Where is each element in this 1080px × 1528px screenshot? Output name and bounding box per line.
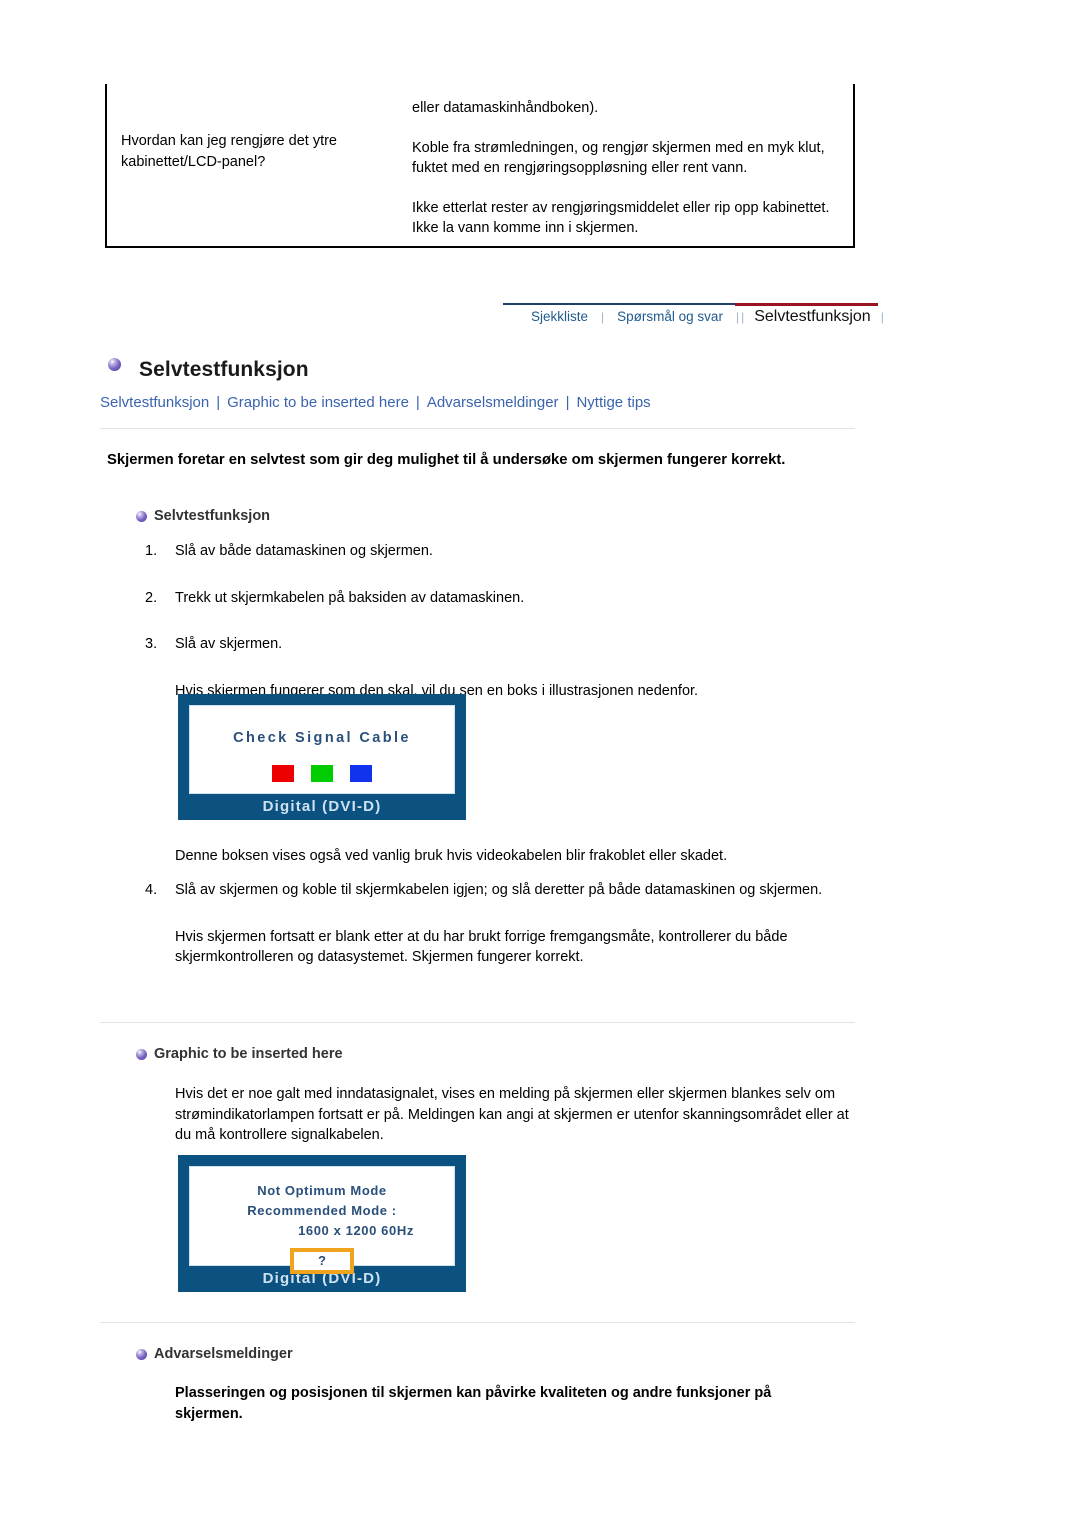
section-heading-label: Advarselsmeldinger xyxy=(154,1346,293,1362)
table-row: Hvordan kan jeg rengjøre det ytre kabine… xyxy=(107,84,853,246)
monitor-screen: Check Signal Cable xyxy=(189,705,455,794)
tab-strip: Sjekkliste | Spørsmål og svar | | Selvte… xyxy=(503,303,884,333)
step-text: Trekk ut skjermkabelen på baksiden av da… xyxy=(175,589,525,606)
sublink-nyttige-tips[interactable]: Nyttige tips xyxy=(576,394,650,411)
color-swatches xyxy=(190,746,454,782)
tab-rule xyxy=(503,303,735,305)
monitor-illustration-not-optimum-mode: Not Optimum Mode Recommended Mode : 1600… xyxy=(178,1155,466,1292)
list-item: 2. Trekk ut skjermkabelen på baksiden av… xyxy=(145,588,845,609)
sublink-divider-1: | xyxy=(216,394,221,411)
sublink-advarselsmeldinger[interactable]: Advarselsmeldinger xyxy=(427,394,559,411)
closing-paragraph: Hvis skjermen fortsatt er blank etter at… xyxy=(175,928,788,966)
section-heading-label: Graphic to be inserted here xyxy=(154,1046,343,1062)
not-optimum-mode-text: Not Optimum Mode Recommended Mode : 1600… xyxy=(190,1167,454,1241)
divider-above-graphic-section xyxy=(100,1022,855,1023)
not-optimum-line-3: 1600 x 1200 60Hz xyxy=(298,1223,414,1239)
monitor-screen: Not Optimum Mode Recommended Mode : 1600… xyxy=(189,1166,455,1275)
tab-sjekkliste[interactable]: Sjekkliste xyxy=(503,309,600,324)
swatch-red xyxy=(272,765,294,782)
check-signal-cable-title: Check Signal Cable xyxy=(233,730,411,746)
step-number: 2. xyxy=(145,589,158,606)
step-text: Slå av skjermen og koble til skjermkabel… xyxy=(175,882,823,898)
step-text: Slå av både datamaskinen og skjermen. xyxy=(175,543,433,559)
monitor-caption: Digital (DVI-D) xyxy=(262,798,382,815)
selftest-step-list: 1. Slå av både datamaskinen og skjermen.… xyxy=(145,541,845,701)
step-number: 3. xyxy=(145,636,158,653)
step-number: 4. xyxy=(145,882,158,898)
sublink-divider-3: | xyxy=(565,394,570,411)
bullet-orb-icon xyxy=(136,1348,147,1360)
bullet-orb-icon xyxy=(108,357,121,371)
swatch-blue xyxy=(350,765,372,782)
selftest-step-4-list: 4. Slå av skjermen og koble til skjermka… xyxy=(145,880,845,968)
section-heading-advarselsmeldinger: Advarselsmeldinger xyxy=(136,1346,293,1362)
tab-selvtestfunksjon[interactable]: Selvtestfunksjon xyxy=(745,308,880,326)
divider-above-warning-section xyxy=(100,1322,855,1323)
after-image-paragraph: Denne boksen vises også ved vanlig bruk … xyxy=(175,848,728,864)
graphic-section-paragraph: Hvis det er noe galt med inndatasignalet… xyxy=(175,1086,849,1144)
faq-answer-top: eller datamaskinhåndboken). xyxy=(412,100,599,116)
divider-below-sublinks xyxy=(100,428,855,429)
list-item: 1. Slå av både datamaskinen og skjermen. xyxy=(145,541,845,562)
sublink-selvtestfunksjon[interactable]: Selvtestfunksjon xyxy=(100,394,209,411)
page-title: Selvtestfunksjon xyxy=(139,358,309,381)
warning-section-paragraph: Plasseringen og posisjonen til skjermen … xyxy=(175,1385,772,1422)
bullet-orb-icon xyxy=(136,510,147,522)
page-title-block: Selvtestfunksjon xyxy=(108,357,309,382)
tab-separator-4: | xyxy=(880,310,884,324)
tab-rule-active xyxy=(735,303,878,306)
faq-answer-cell: eller datamaskinhåndboken). Koble fra st… xyxy=(407,84,853,246)
faq-question-cell: Hvordan kan jeg rengjøre det ytre kabine… xyxy=(121,133,337,170)
monitor-illustration-check-signal-cable: Check Signal Cable Digital (DVI-D) xyxy=(178,694,466,820)
intro-text: Skjermen foretar en selvtest som gir deg… xyxy=(107,452,786,468)
section-heading-graphic-to-be-inserted-here: Graphic to be inserted here xyxy=(136,1046,343,1062)
question-mark-box: ? xyxy=(290,1248,354,1275)
list-item: 4. Slå av skjermen og koble til skjermka… xyxy=(145,880,845,901)
sublink-nav: Selvtestfunksjon | Graphic to be inserted … xyxy=(100,394,651,411)
step-text: Slå av skjermen. xyxy=(175,636,283,653)
list-item: 3. Slå av skjermen. xyxy=(145,634,845,655)
section-heading-label: Selvtestfunksjon xyxy=(154,508,271,524)
sublink-divider-2: | xyxy=(415,394,420,411)
faq-answer-paragraph-1: Koble fra strømledningen, og rengjør skj… xyxy=(412,139,825,177)
step-number: 1. xyxy=(145,543,158,559)
faq-table: Hvordan kan jeg rengjøre det ytre kabine… xyxy=(105,84,855,248)
tab-list: Sjekkliste | Spørsmål og svar | | Selvte… xyxy=(503,308,885,326)
not-optimum-line-1: Not Optimum Mode xyxy=(257,1183,387,1198)
sublink-graphic-to-be-inserted-here[interactable]: Graphic to be inserted here xyxy=(227,394,409,411)
tab-sporsmal-og-svar[interactable]: Spørsmål og svar xyxy=(605,309,735,324)
swatch-green xyxy=(311,765,333,782)
faq-answer-paragraph-2: Ikke etterlat rester av rengjøringsmidde… xyxy=(412,199,830,237)
section-heading-selvtestfunksjon: Selvtestfunksjon xyxy=(136,508,270,524)
not-optimum-line-2: Recommended Mode : xyxy=(247,1203,397,1219)
bullet-orb-icon xyxy=(136,1048,147,1060)
